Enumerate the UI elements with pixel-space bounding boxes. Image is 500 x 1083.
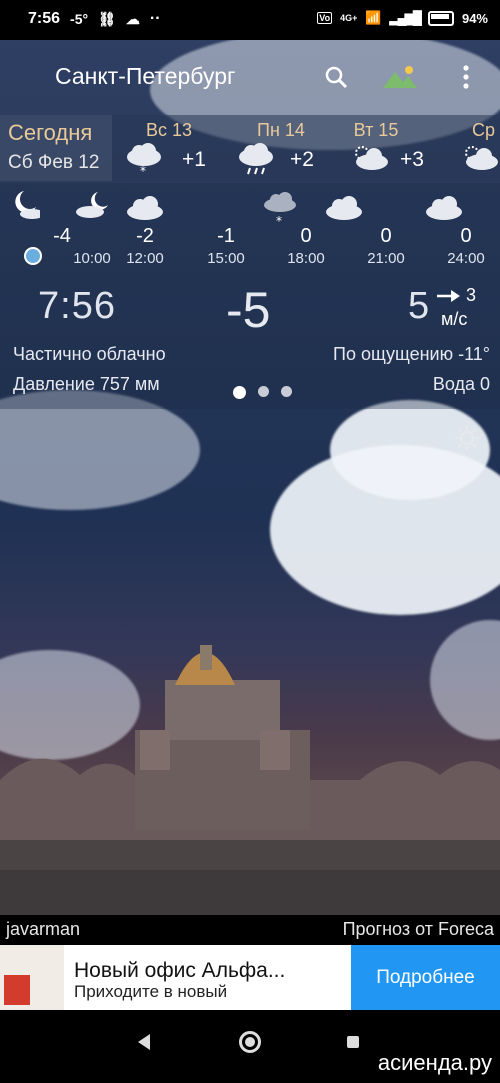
- wind-speed: 5: [408, 285, 430, 327]
- back-icon[interactable]: [136, 1033, 152, 1051]
- home-button[interactable]: [239, 1031, 261, 1053]
- app-bar: Санкт-Петербург: [0, 40, 500, 112]
- cloud-status-icon: ☁: [125, 10, 140, 27]
- volte-icon: Vo: [317, 12, 333, 24]
- cloud-snow-icon: *: [127, 143, 161, 176]
- sun-icon: [455, 426, 479, 450]
- hourly-forecast: -4 10:00 -2 12:00 -1 15:00 * 0 18:00 0 2…: [0, 183, 500, 273]
- hour-time: 10:00: [73, 250, 111, 267]
- search-button[interactable]: [323, 64, 351, 92]
- day-item[interactable]: Пн 14 +2: [236, 115, 346, 181]
- day-temp: +3: [400, 148, 424, 171]
- current-temperature: -5: [226, 282, 271, 338]
- background-photo-button[interactable]: [381, 64, 419, 90]
- overflow-menu-button[interactable]: [458, 62, 474, 92]
- cathedral-image: [0, 645, 500, 915]
- signal-icon-2: ▂▄▆█: [389, 10, 422, 25]
- wind-direction-icon: [437, 290, 460, 302]
- day-name: Вт 15: [353, 120, 399, 140]
- battery-percent: 94%: [461, 10, 488, 26]
- cloud-icon: [127, 196, 163, 220]
- hour-item[interactable]: 0 21:00: [326, 183, 416, 273]
- hour-temp: -4: [53, 225, 71, 247]
- cloud-rain-icon: [239, 143, 273, 175]
- network-type: 4G+: [340, 13, 358, 23]
- wind-unit: м/с: [441, 309, 468, 329]
- status-time: 7:56: [28, 10, 61, 27]
- hour-temp: 0: [300, 225, 312, 247]
- recents-button[interactable]: [347, 1036, 359, 1048]
- credits-bar: javarman Прогноз от Foreca: [0, 915, 500, 945]
- current-time-indicator: [24, 247, 42, 265]
- daily-forecast: Сегодня Сб Фев 12 Вс 13 * +1 Пн 14 +2 Вт…: [0, 115, 500, 181]
- page-indicator[interactable]: [233, 386, 292, 399]
- ad-title: Новый офис Альфа...: [74, 959, 286, 982]
- day-name: Вс 13: [145, 120, 193, 140]
- watermark: асиенда.ру: [377, 1050, 492, 1075]
- search-icon: [325, 66, 348, 89]
- photo-author[interactable]: javarman: [6, 919, 80, 940]
- more-vert-icon: [463, 65, 469, 89]
- cloud-snow-icon: *: [264, 192, 296, 227]
- svg-text:*: *: [140, 164, 146, 176]
- forecast-provider[interactable]: Прогноз от Foreca: [343, 919, 494, 940]
- cloud-sun-icon: [465, 146, 498, 170]
- city-title[interactable]: Санкт-Петербург: [55, 63, 235, 90]
- hour-item[interactable]: -2 12:00: [115, 183, 175, 273]
- landscape-icon: [383, 66, 417, 88]
- cloud-icon: [326, 196, 362, 220]
- water-temperature: Вода 0: [432, 374, 490, 394]
- hour-temp: 0: [380, 225, 392, 247]
- hour-item[interactable]: -1 15:00: [196, 183, 256, 273]
- ad-banner[interactable]: Новый офис Альфа... Приходите в новый По…: [0, 945, 500, 1010]
- cloud-sun-icon: [355, 146, 388, 170]
- ad-subtitle: Приходите в новый: [74, 982, 228, 1001]
- hour-temp: 0: [460, 225, 472, 247]
- feels-like: По ощущению -11°: [333, 344, 490, 364]
- weather-condition: Частично облачно: [13, 344, 166, 364]
- ad-cta-button[interactable]: Подробнее: [351, 945, 500, 1010]
- hour-time: 21:00: [367, 250, 405, 267]
- wind-gust: 3: [466, 285, 477, 305]
- moon-cloud-icon: [76, 192, 108, 218]
- today-label: Сегодня: [8, 120, 93, 145]
- day-temp: +2: [290, 148, 314, 171]
- signal-icon: 📶: [365, 10, 382, 25]
- day-item[interactable]: Вс 13 * +1: [124, 115, 234, 181]
- ad-image: [0, 945, 64, 1010]
- hour-time: 12:00: [126, 250, 164, 267]
- more-status-icon: ··: [149, 10, 161, 27]
- hour-time: 24:00: [447, 250, 485, 267]
- pressure: Давление 757 мм: [13, 374, 160, 394]
- hour-time: 18:00: [287, 250, 325, 267]
- day-today[interactable]: Сегодня Сб Фев 12: [0, 115, 112, 181]
- hour-item[interactable]: 0 24:00: [426, 183, 496, 273]
- hour-temp: -2: [136, 225, 154, 247]
- day-item[interactable]: Ср: [460, 115, 500, 181]
- status-temp: -5°: [70, 11, 89, 27]
- current-conditions: 7:56 -5 5 3 м/с Частично облачно По ощущ…: [0, 273, 500, 409]
- hour-time: 15:00: [207, 250, 245, 267]
- current-clock: 7:56: [38, 285, 116, 327]
- cloud-icon: [426, 196, 462, 220]
- battery-icon: [427, 10, 454, 26]
- today-date: Сб Фев 12: [8, 152, 100, 173]
- day-temp: +1: [182, 148, 206, 171]
- hour-item[interactable]: -4 10:00: [53, 183, 122, 273]
- hour-temp: -1: [217, 225, 235, 247]
- moon-icon: [15, 191, 40, 219]
- day-name: Пн 14: [257, 120, 305, 140]
- day-item[interactable]: Вт 15 +3: [350, 115, 460, 181]
- link-icon: ⛓: [98, 10, 116, 27]
- sun-moon-button[interactable]: [453, 424, 481, 452]
- status-bar: 7:56 -5° ⛓ ☁ ·· Vo 4G+ 📶 ▂▄▆█ 94%: [0, 0, 500, 40]
- day-name: Ср: [472, 120, 496, 140]
